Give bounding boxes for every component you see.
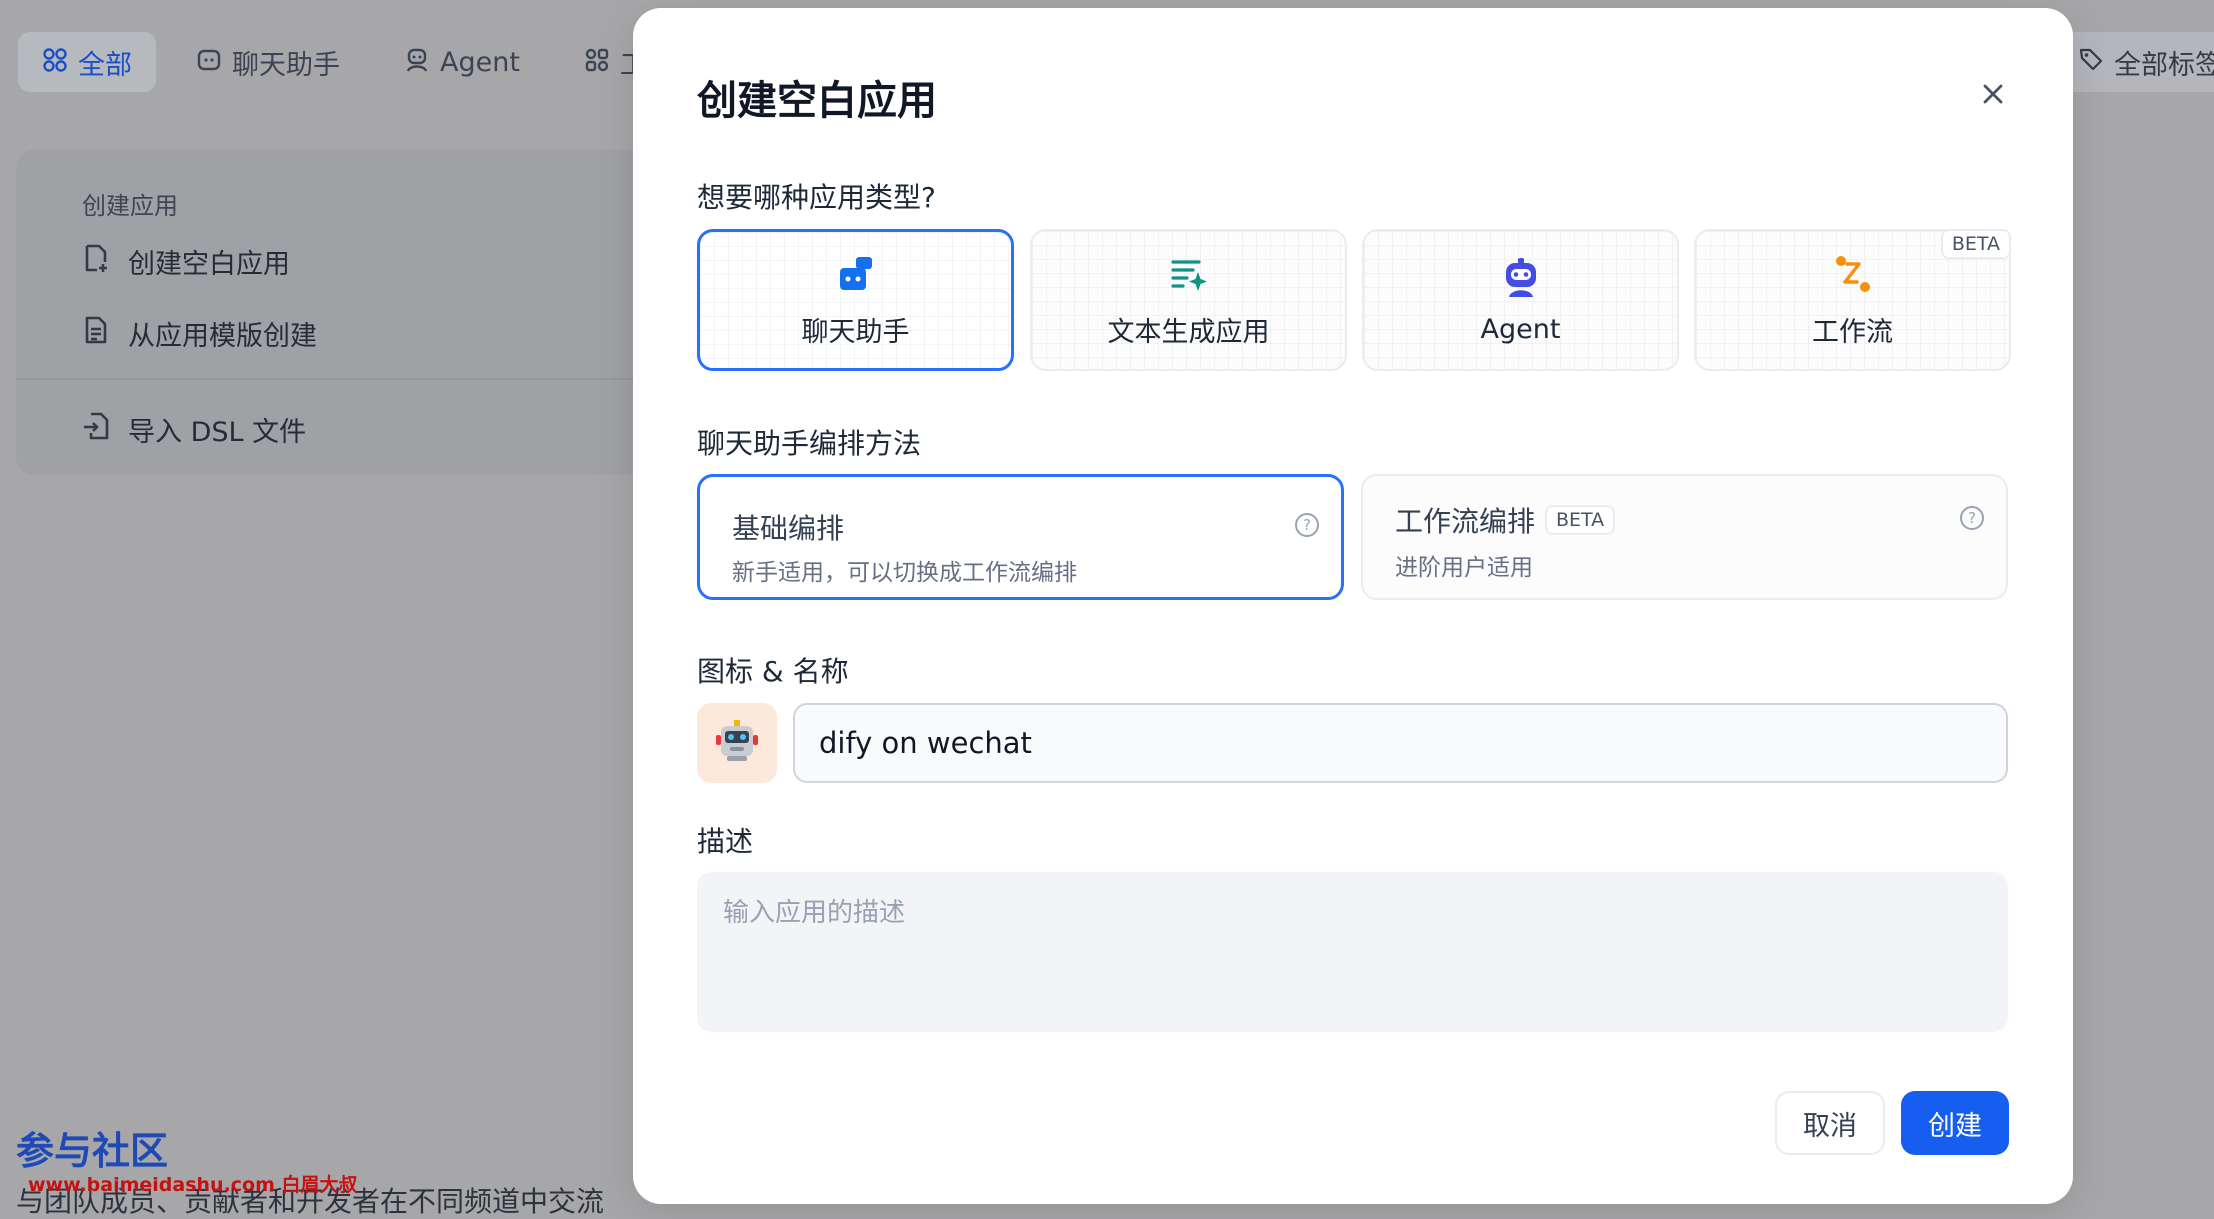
app-type-chat-assistant[interactable]: 聊天助手: [697, 229, 1014, 371]
create-app-section-title: 创建应用: [82, 192, 178, 220]
create-blank-app-modal: 创建空白应用 想要哪种应用类型? 聊天助手 文本生成应用 Agent BETA …: [633, 8, 2073, 1204]
beta-badge: BETA: [1940, 229, 2011, 259]
method-workflow-title-text: 工作流编排: [1395, 505, 1536, 538]
import-dsl-item[interactable]: 导入 DSL 文件: [82, 410, 306, 449]
workflow-icon: [584, 47, 610, 78]
create-blank-app-item[interactable]: 创建空白应用: [82, 242, 290, 281]
tag-filter[interactable]: 全部标签: [2060, 32, 2214, 92]
icon-name-label: 图标 & 名称: [697, 655, 849, 688]
method-basic-title-text: 基础编排: [732, 512, 845, 545]
method-basic[interactable]: 基础编排 新手适用，可以切换成工作流编排 ?: [697, 474, 1344, 600]
text-generation-icon: [1167, 252, 1211, 296]
method-workflow-title: 工作流编排 BETA: [1395, 500, 1616, 540]
tab-agent-label: Agent: [440, 46, 520, 78]
app-type-chat-assistant-label: 聊天助手: [801, 316, 910, 348]
watermark-text: www.baimeidashu.com 白眉大叔: [28, 1174, 358, 1196]
create-app-card: 创建应用 创建空白应用 从应用模版创建 导入 DSL 文件: [16, 150, 676, 475]
beta-badge: BETA: [1545, 505, 1616, 535]
app-type-agent[interactable]: Agent: [1362, 229, 1679, 371]
method-basic-description: 新手适用，可以切换成工作流编排: [732, 560, 1077, 586]
chat-bubble-icon: [196, 47, 222, 78]
tab-chat-assistant[interactable]: 聊天助手: [172, 32, 364, 92]
tab-all[interactable]: 全部: [18, 32, 156, 92]
robot-emoji-icon: [715, 719, 759, 767]
create-from-template-label: 从应用模版创建: [128, 321, 317, 352]
app-type-workflow-label: 工作流: [1812, 316, 1893, 348]
method-workflow-description: 进阶用户适用: [1395, 555, 1533, 581]
agent-icon: [404, 47, 430, 78]
create-from-template-item[interactable]: 从应用模版创建: [82, 314, 317, 353]
import-file-icon: [82, 411, 110, 448]
close-icon: [1982, 74, 2004, 114]
section-divider: [16, 378, 676, 380]
tag-filter-label: 全部标签: [2114, 49, 2214, 81]
community-title: 参与社区: [16, 1129, 169, 1173]
create-button[interactable]: 创建: [1901, 1091, 2009, 1155]
app-type-workflow[interactable]: BETA 工作流: [1694, 229, 2011, 371]
app-type-agent-label: Agent: [1480, 313, 1561, 345]
app-type-question: 想要哪种应用类型?: [697, 181, 936, 214]
method-basic-title: 基础编排: [732, 507, 844, 547]
help-circle-icon[interactable]: ?: [1295, 513, 1319, 537]
app-type-text-generation[interactable]: 文本生成应用: [1030, 229, 1347, 371]
file-text-icon: [82, 315, 110, 352]
app-type-text-generation-label: 文本生成应用: [1107, 316, 1270, 348]
app-type-tabs: 全部 聊天助手 Agent 工作: [18, 32, 714, 92]
create-blank-app-label: 创建空白应用: [128, 249, 290, 280]
agent-robot-icon: [1499, 256, 1543, 300]
tag-icon: [2078, 46, 2104, 79]
orchestration-method-label: 聊天助手编排方法: [697, 427, 922, 460]
import-dsl-label: 导入 DSL 文件: [128, 417, 307, 448]
app-icon-picker[interactable]: [697, 703, 777, 783]
tab-all-label: 全部: [78, 49, 132, 81]
modal-title: 创建空白应用: [697, 78, 937, 124]
tab-chat-assistant-label: 聊天助手: [232, 49, 340, 81]
description-label: 描述: [697, 825, 754, 858]
method-workflow[interactable]: 工作流编排 BETA 进阶用户适用 ?: [1361, 474, 2008, 600]
help-circle-icon[interactable]: ?: [1960, 506, 1984, 530]
grid-icon: [42, 47, 68, 78]
app-name-input[interactable]: [793, 703, 2008, 783]
close-button[interactable]: [1973, 74, 2013, 114]
description-textarea[interactable]: [697, 872, 2008, 1032]
cancel-button[interactable]: 取消: [1775, 1091, 1885, 1155]
workflow-icon: [1831, 252, 1875, 296]
tab-agent[interactable]: Agent: [380, 32, 544, 92]
chat-assistant-icon: [834, 252, 878, 296]
file-plus-icon: [82, 243, 110, 280]
